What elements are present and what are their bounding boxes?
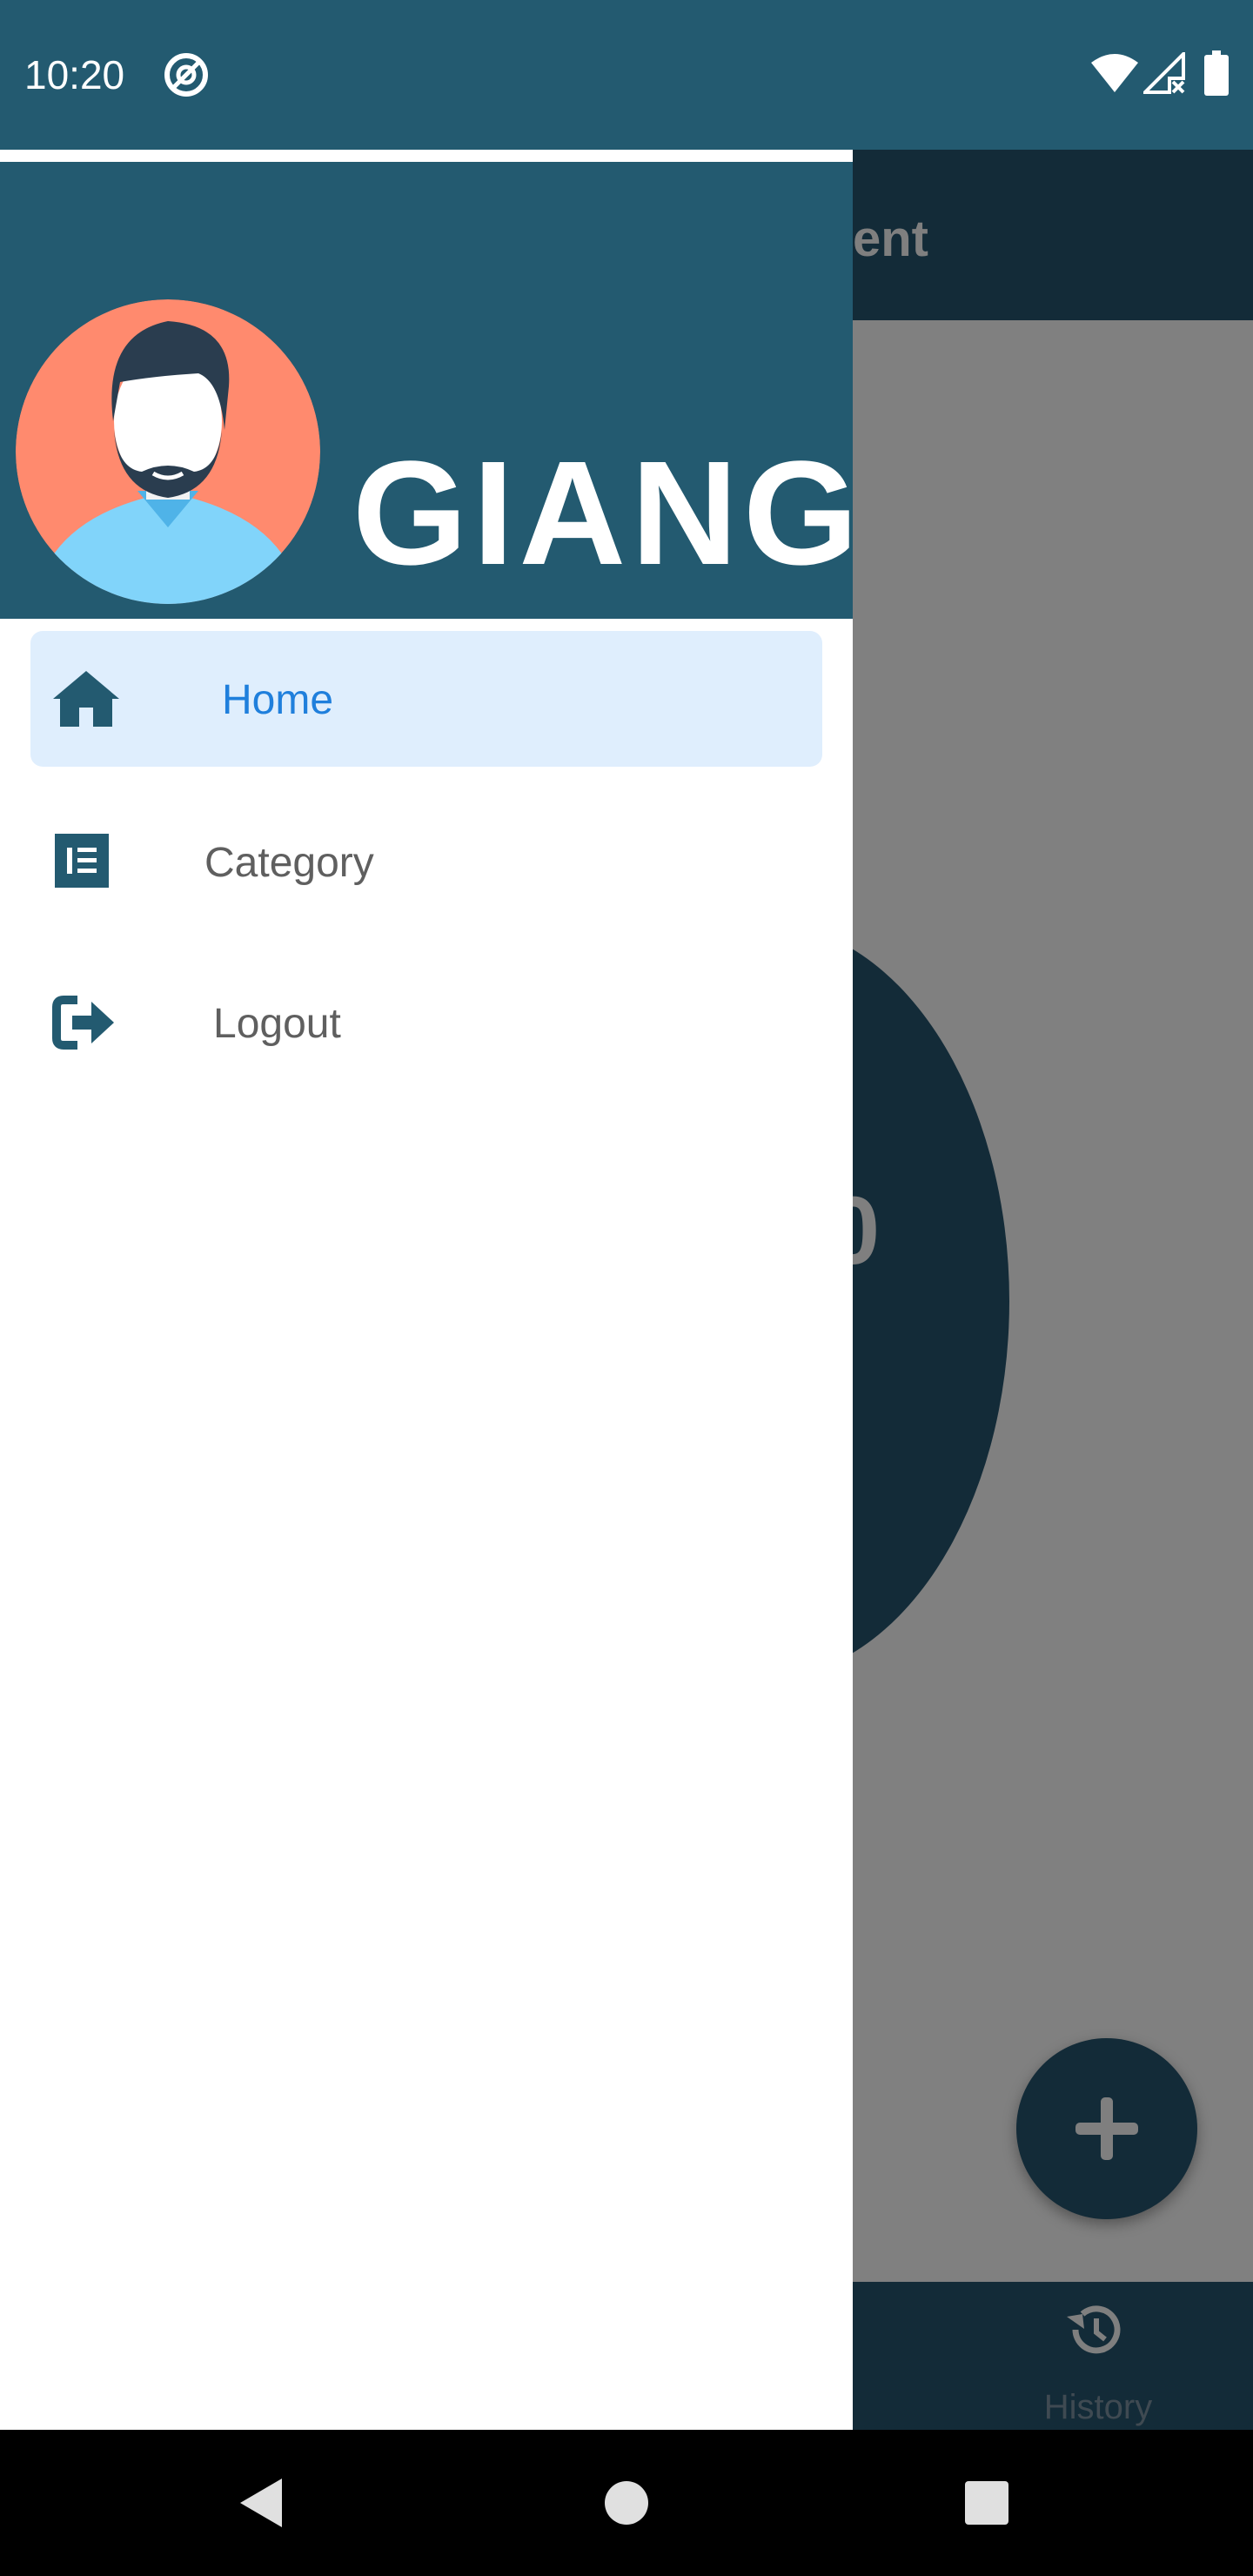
drawer-item-label: Home <box>222 677 334 723</box>
category-list-icon <box>55 834 109 888</box>
status-time: 10:20 <box>24 52 125 97</box>
home-button-icon[interactable] <box>604 2480 649 2526</box>
history-icon[interactable] <box>1063 2298 1128 2362</box>
background-app-title: ent <box>853 211 928 267</box>
home-icon <box>53 671 119 727</box>
signal-no-data-icon <box>1143 52 1185 94</box>
battery-icon <box>1204 50 1229 96</box>
logout-icon <box>52 996 114 1050</box>
drawer-item-label: Category <box>204 840 374 886</box>
avatar <box>16 299 320 604</box>
wifi-icon <box>1091 54 1138 92</box>
drawer-item-label: Logout <box>213 1001 341 1047</box>
drawer-item-home[interactable]: Home <box>30 631 822 767</box>
do-not-disturb-icon <box>164 53 208 97</box>
history-tab-label[interactable]: History <box>1029 2386 1168 2428</box>
back-icon[interactable] <box>237 2477 285 2529</box>
drawer-item-category[interactable]: Category <box>30 794 822 929</box>
drawer-item-logout[interactable]: Logout <box>30 955 822 1090</box>
user-name: GIANG <box>352 431 864 596</box>
recents-icon[interactable] <box>964 2480 1009 2526</box>
plus-icon <box>1075 2097 1138 2160</box>
